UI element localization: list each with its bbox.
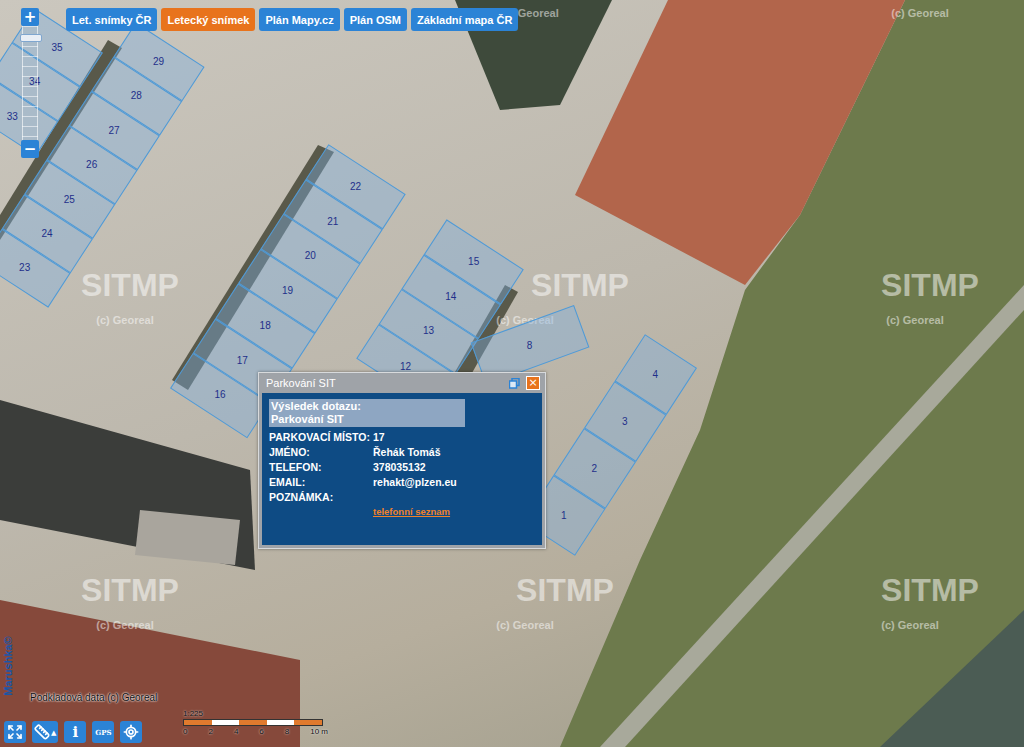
spot-number: 19 [282, 286, 293, 297]
zoom-out-button[interactable]: − [21, 140, 39, 158]
field-value: rehakt@plzen.eu [373, 476, 535, 488]
spot-number: 18 [260, 320, 271, 331]
spot-number: 24 [42, 228, 53, 239]
spot-number: 20 [305, 251, 316, 262]
info-popup: Parkování SIT × Výsledek dotazu:Parkování … [258, 372, 546, 549]
spot-number: 1 [561, 510, 567, 521]
scale-bar: 1:225 0 2 4 6 8 10 m [183, 709, 328, 736]
watermark-copyright: (c) Georeal [496, 619, 553, 631]
scale-tick: 6 [259, 727, 263, 736]
field-value [373, 491, 535, 503]
field-value: 17 [373, 431, 535, 443]
spot-number: 16 [215, 390, 226, 401]
spot-number: 21 [328, 216, 339, 227]
spot-number: 26 [86, 160, 97, 171]
field-label: EMAIL: [269, 476, 373, 488]
spot-number: 25 [64, 194, 75, 205]
layer-button[interactable]: Plán Mapy.cz [259, 8, 339, 31]
popup-title-bar[interactable]: Parkování SIT × [262, 373, 542, 393]
spot-number: 29 [153, 56, 164, 67]
info-button[interactable]: i [64, 721, 86, 743]
scale-segment [184, 720, 212, 725]
popup-body: Výsledek dotazu:Parkování SIT PARKOVACÍ M… [262, 393, 542, 545]
popup-title: Parkování SIT [266, 377, 336, 389]
scale-ratio: 1:225 [183, 709, 328, 718]
spot-number: 12 [401, 361, 412, 372]
watermark-logo: SITMP [516, 572, 614, 609]
scale-segment [239, 720, 267, 725]
watermark-copyright: (c) Georeal [96, 314, 153, 326]
spot-number: 27 [109, 125, 120, 136]
ruler-icon [34, 724, 50, 740]
spot-number: 15 [468, 256, 479, 267]
watermark-logo: SITMP [81, 572, 179, 609]
scale-tick: 0 [183, 727, 187, 736]
measure-button[interactable]: ▲ [32, 721, 58, 743]
tool-bar: ▲ i GPS [4, 721, 142, 743]
spot-number: 8 [527, 340, 533, 351]
locate-button[interactable] [120, 721, 142, 743]
spot-number: 23 [19, 263, 30, 274]
brand-logo: Marushka© [2, 636, 14, 695]
spot-number: 17 [237, 355, 248, 366]
zoom-control: +− [21, 8, 39, 158]
zoom-thumb[interactable] [20, 34, 42, 42]
map-view[interactable]: SITMP SITMP SITMP SITMP SITMP SITMP (c) Georea… [0, 0, 1024, 747]
spot-number: 28 [131, 91, 142, 102]
fullscreen-icon [7, 724, 23, 740]
scale-tick: 4 [234, 727, 238, 736]
spot-number: 33 [7, 111, 18, 122]
scale-segment [294, 720, 322, 725]
layer-button[interactable]: Let. snímky ČR [66, 8, 157, 31]
layer-button[interactable]: Základní mapa ČR [411, 8, 518, 31]
restore-icon[interactable] [509, 378, 520, 389]
layer-button[interactable]: Plán OSM [344, 8, 407, 31]
scale-segment [212, 720, 240, 725]
spot-number: 3 [622, 416, 628, 427]
field-list: PARKOVACÍ MÍSTO:17JMÉNO:Řehák TomášTELEF… [269, 431, 535, 517]
zoom-slider[interactable] [22, 26, 38, 140]
spot-number: 2 [592, 463, 598, 474]
zoom-in-button[interactable]: + [21, 8, 39, 26]
watermark-copyright: (c) Georeal [891, 7, 948, 19]
layer-button[interactable]: Letecký snímek [161, 8, 255, 31]
watermark-logo: SITMP [81, 267, 179, 304]
field-value: 378035132 [373, 461, 535, 473]
spot-number: 13 [423, 326, 434, 337]
locate-icon [123, 724, 139, 740]
gps-button[interactable]: GPS [92, 721, 114, 743]
result-heading: Výsledek dotazu:Parkování SIT [269, 399, 465, 427]
watermark-logo: SITMP [881, 572, 979, 609]
scale-tick: 2 [208, 727, 212, 736]
spot-number: 14 [446, 291, 457, 302]
watermark-copyright: (c) Georeal [881, 619, 938, 631]
scale-tick: 10 m [310, 727, 328, 736]
field-value: Řehák Tomáš [373, 446, 535, 458]
fullscreen-button[interactable] [4, 721, 26, 743]
watermark-copyright: (c) Georeal [96, 619, 153, 631]
spot-number: 4 [653, 369, 659, 380]
field-label: TELEFON: [269, 461, 373, 473]
field-label: POZNÁMKA: [269, 491, 373, 503]
close-button[interactable]: × [526, 376, 540, 390]
spot-number: 35 [52, 42, 63, 53]
phonebook-link[interactable]: telefonní seznam [373, 506, 535, 517]
field-label: JMÉNO: [269, 446, 373, 458]
watermark-logo: SITMP [881, 267, 979, 304]
watermark-logo: SITMP [531, 267, 629, 304]
scale-segment [267, 720, 295, 725]
watermark-copyright: (c) Georeal [886, 314, 943, 326]
scale-tick: 8 [285, 727, 289, 736]
field-label: PARKOVACÍ MÍSTO: [269, 431, 373, 443]
attribution: Podkladová data (c) Georeal [30, 692, 157, 703]
spot-number: 22 [350, 181, 361, 192]
layer-switcher: Let. snímky ČRLetecký snímekPlán Mapy.cz… [66, 8, 518, 31]
